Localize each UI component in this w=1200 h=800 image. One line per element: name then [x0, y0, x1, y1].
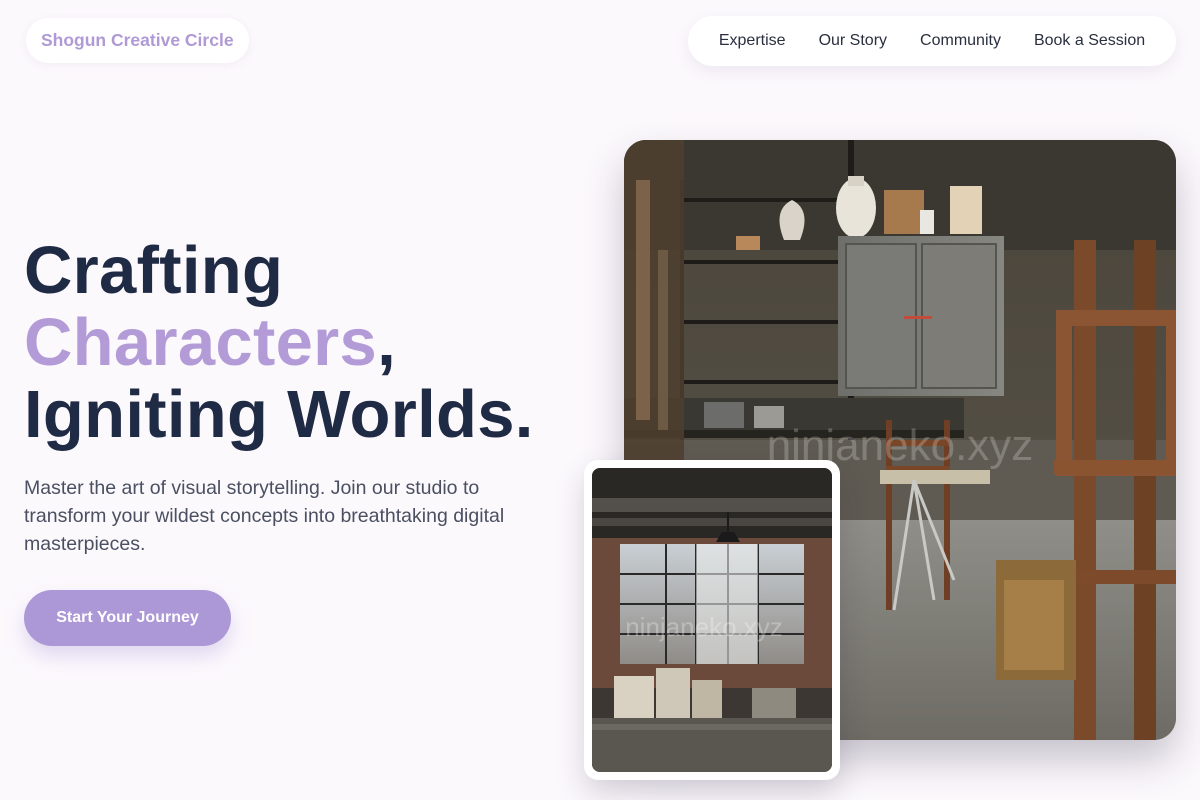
- nav-link-community[interactable]: Community: [920, 32, 1001, 50]
- nav-link-book-session[interactable]: Book a Session: [1034, 32, 1145, 50]
- headline-line-3: Igniting Worlds.: [24, 377, 534, 452]
- headline-comma: ,: [377, 305, 397, 380]
- headline-line-1: Crafting: [24, 233, 284, 308]
- nav-link-our-story[interactable]: Our Story: [819, 32, 887, 50]
- start-journey-button[interactable]: Start Your Journey: [24, 590, 231, 646]
- studio-photo-inset: ninjaneko.xyz: [584, 460, 840, 780]
- hero-lead-text: Master the art of visual storytelling. J…: [24, 477, 505, 555]
- top-nav: Expertise Our Story Community Book a Ses…: [688, 16, 1176, 66]
- inset-photo-watermark: ninjaneko.xyz: [625, 612, 783, 642]
- nav-link-expertise[interactable]: Expertise: [719, 32, 786, 50]
- hero-headline: Crafting Characters, Igniting Worlds.: [24, 235, 534, 451]
- headline-accent-word: Characters: [24, 305, 378, 380]
- brand-logo[interactable]: Shogun Creative Circle: [26, 18, 249, 63]
